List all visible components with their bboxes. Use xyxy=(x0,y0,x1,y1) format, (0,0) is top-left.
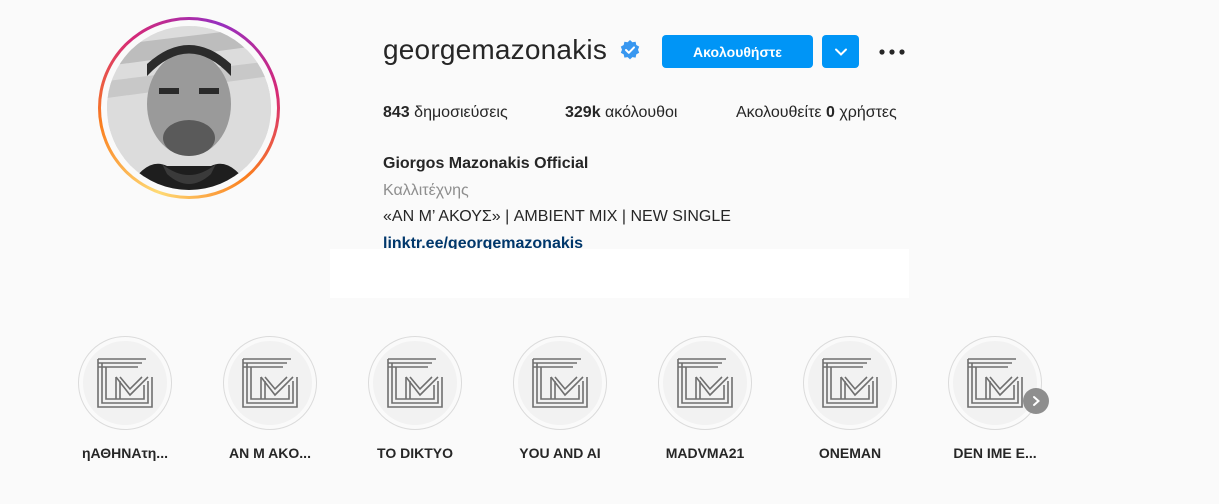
followers-count: 329k xyxy=(565,104,601,121)
profile-username: georgemazonakis xyxy=(383,34,608,65)
highlight-label: ONEMAN xyxy=(818,445,882,461)
highlight-item[interactable]: AN M AKO... xyxy=(210,336,330,461)
highlight-item[interactable]: ηΑΘΗΝΑτη... xyxy=(65,336,185,461)
gm-logo-icon xyxy=(677,358,733,408)
highlight-cover-image xyxy=(518,341,602,425)
avatar-portrait xyxy=(107,26,271,190)
highlight-label: AN M AKO... xyxy=(229,445,311,461)
highlight-item[interactable]: MADVMA21 xyxy=(645,336,765,461)
profile-avatar-ring[interactable] xyxy=(98,17,280,199)
highlights-next-button[interactable] xyxy=(1023,388,1049,414)
highlight-label: TO DIKTYO xyxy=(377,445,453,461)
highlight-cover[interactable] xyxy=(803,336,897,430)
highlight-cover-image xyxy=(663,341,747,425)
posts-count: 843 xyxy=(383,104,410,121)
highlight-cover[interactable] xyxy=(948,336,1042,430)
highlight-item[interactable]: ONEMAN xyxy=(790,336,910,461)
following-stat[interactable]: Ακολουθείτε 0 χρήστες xyxy=(736,104,897,122)
gm-logo-icon xyxy=(242,358,298,408)
chevron-down-icon xyxy=(834,48,847,56)
highlight-cover-image xyxy=(373,341,457,425)
profile-bio: Giorgos Mazonakis Official Καλλιτέχνης «… xyxy=(383,151,731,257)
following-prefix: Ακολουθείτε xyxy=(736,104,822,121)
highlight-label: YOU AND AI xyxy=(519,445,601,461)
followers-label: ακόλουθοι xyxy=(605,104,678,121)
highlight-cover[interactable] xyxy=(368,336,462,430)
followers-stat[interactable]: 329k ακόλουθοι xyxy=(565,104,677,122)
more-options-button[interactable] xyxy=(876,40,908,64)
highlight-label: MADVMA21 xyxy=(665,445,745,461)
following-suffix: χρήστες xyxy=(839,104,897,121)
gm-logo-icon xyxy=(532,358,588,408)
more-options-icon xyxy=(879,49,905,55)
highlight-cover-image xyxy=(808,341,892,425)
highlight-label: ηΑΘΗΝΑτη... xyxy=(82,445,168,461)
bio-text: «ΑΝ Μ’ ΑΚΟΥΣ» | AMBIENT MIX | NEW SINGLE xyxy=(383,208,731,225)
highlight-cover[interactable] xyxy=(78,336,172,430)
profile-category: Καλλιτέχνης xyxy=(383,181,469,199)
highlight-item[interactable]: YOU AND AI xyxy=(500,336,620,461)
highlight-cover-image xyxy=(228,341,312,425)
profile-full-name: Giorgos Mazonakis Official xyxy=(383,155,589,172)
chevron-right-icon xyxy=(1033,396,1041,406)
blank-area xyxy=(330,249,909,298)
follow-button[interactable]: Ακολουθήστε xyxy=(662,35,813,68)
profile-avatar[interactable] xyxy=(107,26,271,190)
highlight-cover-image xyxy=(83,341,167,425)
suggestions-dropdown-button[interactable] xyxy=(822,35,859,68)
gm-logo-icon xyxy=(387,358,443,408)
highlight-label: DEN IME E... xyxy=(953,445,1037,461)
posts-label: δημοσιεύσεις xyxy=(414,104,508,121)
highlight-cover[interactable] xyxy=(223,336,317,430)
verified-badge-icon xyxy=(620,40,640,60)
following-count: 0 xyxy=(825,104,835,121)
gm-logo-icon xyxy=(967,358,1023,408)
highlight-cover[interactable] xyxy=(513,336,607,430)
highlight-cover-image xyxy=(953,341,1037,425)
gm-logo-icon xyxy=(822,358,878,408)
highlight-item[interactable]: TO DIKTYO xyxy=(355,336,475,461)
posts-stat: 843 δημοσιεύσεις xyxy=(383,104,508,122)
gm-logo-icon xyxy=(97,358,153,408)
highlight-cover[interactable] xyxy=(658,336,752,430)
